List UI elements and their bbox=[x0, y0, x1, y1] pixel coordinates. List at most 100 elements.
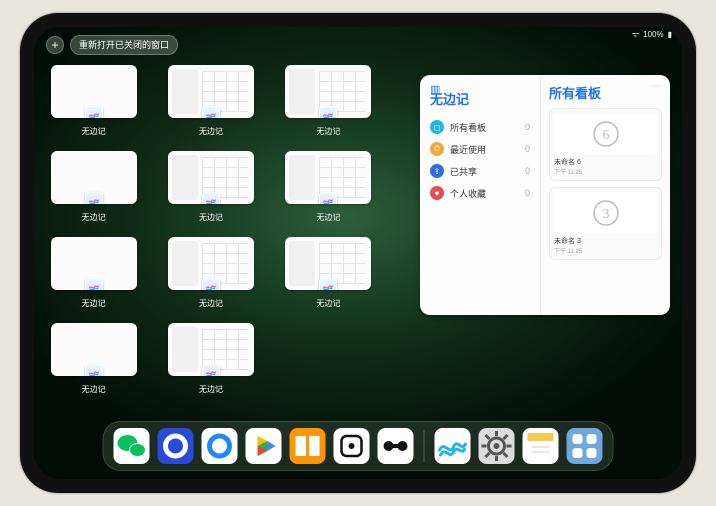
add-button[interactable]: + bbox=[46, 36, 64, 54]
freeform-app-icon bbox=[85, 278, 103, 290]
wifi-icon: ᯤ bbox=[632, 29, 639, 40]
freeform-app-icon bbox=[202, 192, 220, 204]
board-name: 未命名 3下午 11:25 bbox=[554, 236, 657, 255]
freeform-app-icon bbox=[202, 364, 220, 376]
sidebar-item-icon: ⇪ bbox=[430, 164, 444, 178]
freeform-app-icon bbox=[319, 278, 337, 290]
window-thumbnail[interactable]: 无边记 bbox=[46, 323, 141, 395]
dock-app-notes[interactable] bbox=[523, 428, 559, 464]
thumbnail-label: 无边记 bbox=[82, 126, 106, 137]
sidebar-item-count: 0 bbox=[525, 188, 530, 198]
sidebar-item[interactable]: ◻ 所有看板 0 bbox=[430, 116, 530, 138]
sidebar-item[interactable]: ♥ 个人收藏 0 bbox=[430, 182, 530, 204]
dock-app-wechat[interactable] bbox=[114, 428, 150, 464]
thumbnail-label: 无边记 bbox=[316, 212, 340, 223]
battery-label: 100% bbox=[643, 30, 663, 39]
window-thumbnail[interactable]: 无边记 bbox=[163, 151, 258, 223]
board-preview: 6 bbox=[554, 113, 657, 155]
freeform-app-icon bbox=[202, 278, 220, 290]
board-time: 下午 11:25 bbox=[554, 167, 657, 176]
dock-app-books[interactable] bbox=[290, 428, 326, 464]
thumbnail-label: 无边记 bbox=[199, 298, 223, 309]
svg-text:3: 3 bbox=[602, 207, 609, 222]
dock-app-browser-1[interactable] bbox=[158, 428, 194, 464]
panel-right-title: 所有看板 bbox=[549, 83, 662, 102]
sidebar-item-label: 所有看板 bbox=[450, 121, 486, 134]
thumbnail-preview bbox=[168, 65, 254, 118]
window-thumbnail[interactable]: 无边记 bbox=[163, 323, 258, 395]
freeform-app-icon bbox=[85, 192, 103, 204]
dock-app-play[interactable] bbox=[246, 428, 282, 464]
thumbnail-preview bbox=[285, 65, 371, 118]
window-thumbnail[interactable]: 无边记 bbox=[46, 65, 141, 137]
more-icon[interactable]: ⋯ bbox=[651, 81, 662, 92]
panel-boards: 所有看板 6 未命名 6下午 11:25 3 未命名 3下午 11:25 bbox=[540, 75, 670, 315]
dock-app-app-library[interactable] bbox=[567, 428, 603, 464]
sidebar-item-icon: ◻ bbox=[430, 120, 444, 134]
sidebar-item-icon: ♥ bbox=[430, 186, 444, 200]
sidebar-item[interactable]: ⏱ 最近使用 0 bbox=[430, 138, 530, 160]
dock-app-browser-2[interactable] bbox=[202, 428, 238, 464]
thumbnail-preview bbox=[285, 151, 371, 204]
freeform-expose-panel[interactable]: ▥ ⋯ 无边记 ◻所有看板0⏱最近使用0⇪已共享0♥个人收藏0 所有看板 6未命… bbox=[420, 75, 670, 315]
dock-separator bbox=[424, 430, 425, 462]
sidebar-item-count: 0 bbox=[525, 122, 530, 132]
thumbnail-label: 无边记 bbox=[199, 212, 223, 223]
dock-app-settings[interactable] bbox=[479, 428, 515, 464]
thumbnail-label: 无边记 bbox=[82, 212, 106, 223]
window-thumbnail[interactable]: 无边记 bbox=[281, 151, 376, 223]
board-name: 未命名 6下午 11:25 bbox=[554, 157, 657, 176]
thumbnail-label: 无边记 bbox=[316, 126, 340, 137]
workspace: 无边记无边记无边记无边记无边记无边记无边记无边记无边记无边记无边记 ▥ ⋯ 无边… bbox=[46, 61, 670, 419]
sidebar-item-count: 0 bbox=[525, 144, 530, 154]
freeform-app-icon bbox=[85, 364, 103, 376]
thumbnail-preview bbox=[51, 237, 137, 290]
freeform-app-icon bbox=[202, 106, 220, 118]
battery-icon: ▮ bbox=[668, 30, 672, 39]
screen: ᯤ 100% ▮ + 重新打开已关闭的窗口 无边记无边记无边记无边记无边记无边记… bbox=[34, 27, 682, 479]
thumbnail-label: 无边记 bbox=[82, 384, 106, 395]
sidebar-item-label: 已共享 bbox=[450, 165, 477, 178]
board-time: 下午 11:25 bbox=[554, 246, 657, 255]
window-thumbnail[interactable]: 无边记 bbox=[46, 151, 141, 223]
sidebar-toggle-icon[interactable]: ▥ bbox=[430, 83, 440, 96]
window-thumbnail[interactable]: 无边记 bbox=[281, 237, 376, 309]
thumbnail-preview bbox=[51, 151, 137, 204]
ipad-device-frame: ᯤ 100% ▮ + 重新打开已关闭的窗口 无边记无边记无边记无边记无边记无边记… bbox=[20, 13, 696, 493]
window-thumbnail[interactable]: 无边记 bbox=[163, 237, 258, 309]
thumbnail-preview bbox=[51, 65, 137, 118]
board-card[interactable]: 3 未命名 3下午 11:25 bbox=[549, 187, 662, 260]
thumbnail-label: 无边记 bbox=[199, 126, 223, 137]
top-controls: + 重新打开已关闭的窗口 bbox=[46, 35, 178, 55]
window-thumbnail[interactable]: 无边记 bbox=[46, 237, 141, 309]
sidebar-item-label: 个人收藏 bbox=[450, 187, 486, 200]
panel-sidebar: 无边记 ◻所有看板0⏱最近使用0⇪已共享0♥个人收藏0 bbox=[420, 75, 540, 315]
thumbnail-label: 无边记 bbox=[316, 298, 340, 309]
reopen-closed-window-button[interactable]: 重新打开已关闭的窗口 bbox=[70, 35, 178, 55]
thumbnail-label: 无边记 bbox=[82, 298, 106, 309]
thumbnail-label: 无边记 bbox=[199, 384, 223, 395]
window-thumbnail[interactable]: 无边记 bbox=[163, 65, 258, 137]
sidebar-item-icon: ⏱ bbox=[430, 142, 444, 156]
thumbnail-preview bbox=[51, 323, 137, 376]
thumbnail-preview bbox=[168, 323, 254, 376]
board-preview: 3 bbox=[554, 192, 657, 234]
svg-text:6: 6 bbox=[602, 128, 609, 143]
dock bbox=[103, 421, 614, 471]
window-thumbnails-grid: 无边记无边记无边记无边记无边记无边记无边记无边记无边记无边记无边记 bbox=[46, 61, 376, 419]
board-card[interactable]: 6 未命名 6下午 11:25 bbox=[549, 108, 662, 181]
panel-title: 无边记 bbox=[430, 89, 530, 108]
freeform-app-icon bbox=[85, 106, 103, 118]
status-bar: ᯤ 100% ▮ bbox=[632, 29, 672, 40]
thumbnail-preview bbox=[168, 151, 254, 204]
dock-app-connect[interactable] bbox=[378, 428, 414, 464]
thumbnail-preview bbox=[168, 237, 254, 290]
thumbnail-preview bbox=[285, 237, 371, 290]
sidebar-item[interactable]: ⇪已共享0 bbox=[430, 160, 530, 182]
window-thumbnail[interactable]: 无边记 bbox=[281, 65, 376, 137]
freeform-app-icon bbox=[319, 106, 337, 118]
dock-app-freeform[interactable] bbox=[435, 428, 471, 464]
freeform-app-icon bbox=[319, 192, 337, 204]
sidebar-item-label: 最近使用 bbox=[450, 143, 486, 156]
dock-app-dice[interactable] bbox=[334, 428, 370, 464]
